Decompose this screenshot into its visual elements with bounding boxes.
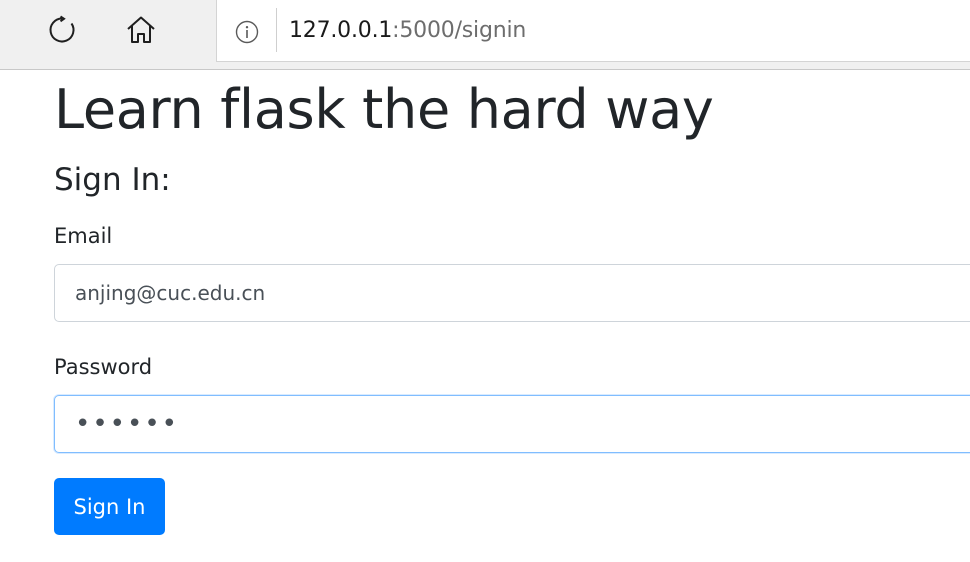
sign-in-button[interactable]: Sign In — [54, 478, 165, 535]
info-icon[interactable] — [235, 20, 259, 44]
address-separator — [276, 8, 277, 52]
url-host: 127.0.0.1 — [289, 18, 393, 43]
signin-heading: Sign In: — [54, 162, 171, 198]
home-button[interactable] — [124, 13, 158, 47]
password-field[interactable] — [54, 395, 970, 453]
address-bar[interactable]: 127.0.0.1:5000/signin — [216, 0, 970, 62]
reload-icon — [49, 15, 75, 43]
email-label: Email — [54, 224, 113, 248]
url-text[interactable]: 127.0.0.1:5000/signin — [289, 15, 526, 47]
page-title: Learn flask the hard way — [54, 78, 714, 141]
home-icon — [127, 16, 155, 43]
reload-button[interactable] — [45, 13, 79, 47]
email-field[interactable] — [54, 264, 970, 322]
password-label: Password — [54, 355, 153, 379]
browser-toolbar: 127.0.0.1:5000/signin — [0, 0, 970, 70]
url-path: :5000/signin — [392, 18, 527, 43]
